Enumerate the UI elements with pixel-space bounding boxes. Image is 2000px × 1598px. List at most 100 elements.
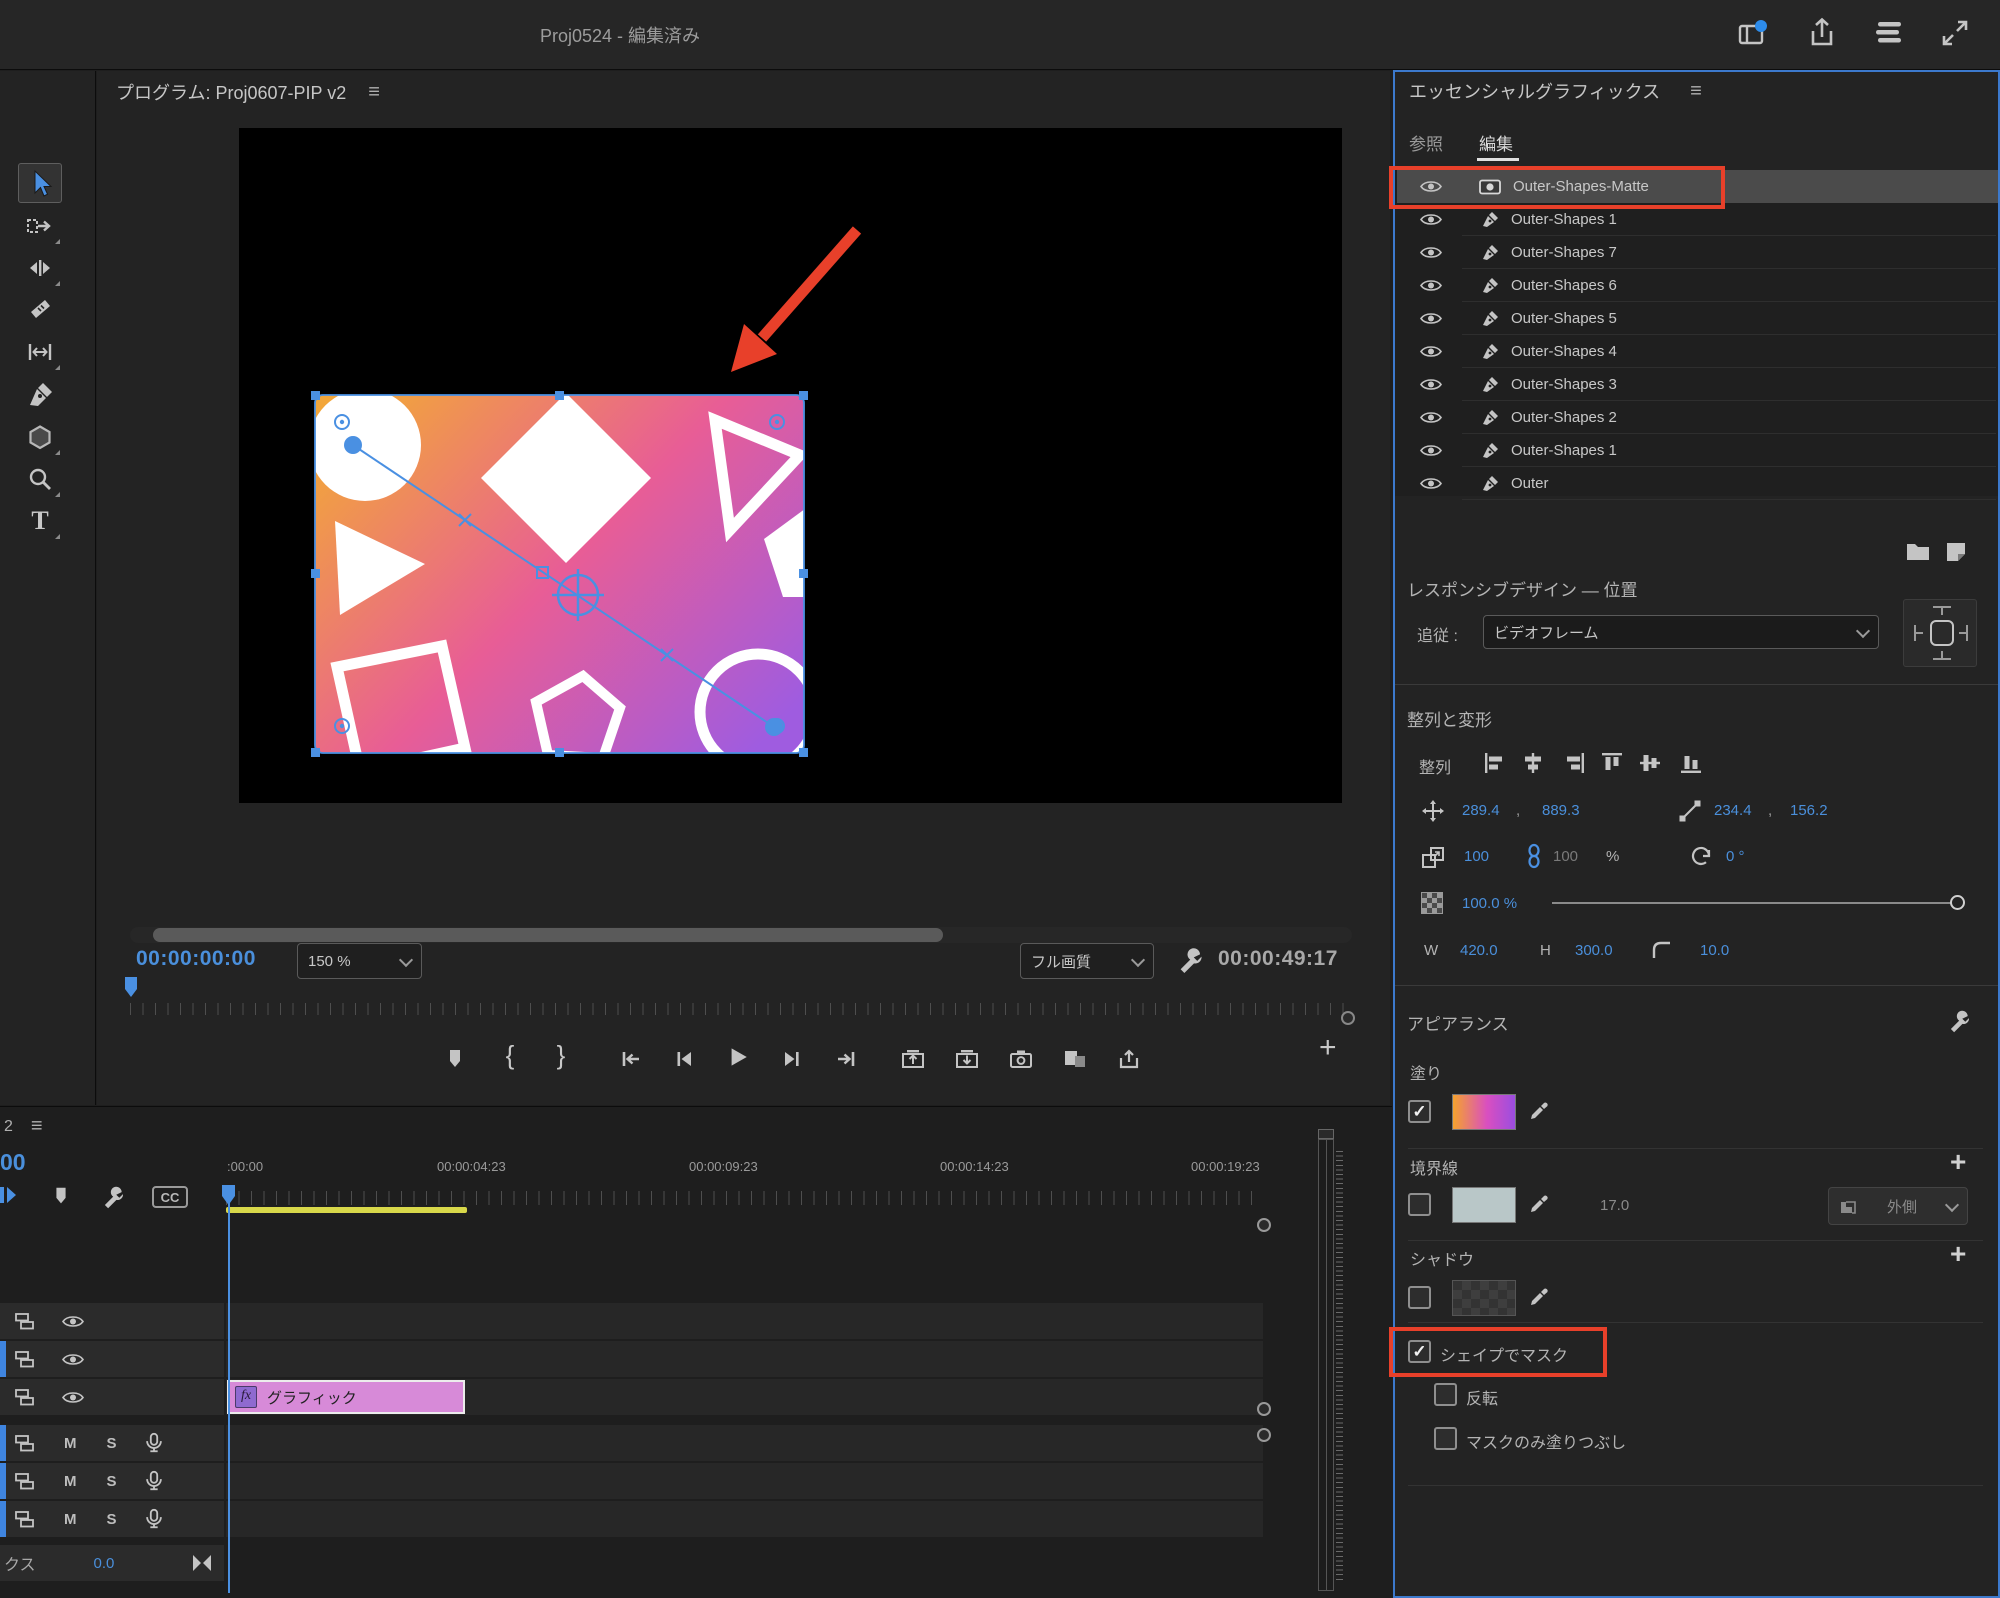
track-target-highlight[interactable] bbox=[0, 1341, 6, 1377]
track-v1[interactable]: fx グラフィック bbox=[226, 1379, 1263, 1415]
comparison-view-button[interactable] bbox=[1052, 1039, 1098, 1079]
new-folder-button[interactable] bbox=[1905, 540, 1931, 562]
ripple-edit-tool-button[interactable] bbox=[18, 248, 62, 288]
track-v3[interactable] bbox=[226, 1303, 1263, 1339]
timeline-ruler[interactable] bbox=[226, 1191, 1263, 1205]
layer-visibility-eye-icon[interactable] bbox=[1420, 245, 1442, 260]
track-visibility-eye-icon[interactable] bbox=[62, 1352, 84, 1367]
program-quality-select[interactable]: フル画質 bbox=[1020, 943, 1154, 979]
width-value[interactable]: 420.0 bbox=[1460, 942, 1498, 959]
program-playhead[interactable] bbox=[125, 977, 137, 997]
extract-button[interactable] bbox=[944, 1039, 990, 1079]
layer-visibility-eye-icon[interactable] bbox=[1420, 344, 1442, 359]
timeline-vscroll-handle[interactable] bbox=[1257, 1428, 1271, 1442]
keyframe-navigator-icon[interactable] bbox=[190, 1552, 214, 1574]
mute-button[interactable]: M bbox=[64, 1511, 77, 1528]
layer-row[interactable]: Outer-Shapes 4 bbox=[1397, 335, 1998, 368]
layer-row[interactable]: Outer-Shapes 3 bbox=[1397, 368, 1998, 401]
tab-edit[interactable]: 編集 bbox=[1479, 130, 1513, 155]
layer-row[interactable]: Outer-Shapes 5 bbox=[1397, 302, 1998, 335]
layer-row[interactable]: Outer-Shapes 7 bbox=[1397, 236, 1998, 269]
workspace-switcher-button[interactable] bbox=[1735, 16, 1769, 50]
pin-to-video-frame-widget[interactable] bbox=[1903, 599, 1977, 667]
timeline-panel-menu-icon[interactable]: ≡ bbox=[31, 1115, 43, 1138]
track-target-highlight[interactable] bbox=[0, 1463, 6, 1499]
export-button[interactable] bbox=[1106, 1039, 1152, 1079]
add-button[interactable]: + bbox=[1319, 1031, 1337, 1065]
follow-select[interactable]: ビデオフレーム bbox=[1483, 615, 1879, 649]
mask-with-shape-checkbox[interactable] bbox=[1408, 1340, 1431, 1363]
scale-y-value[interactable]: 100 bbox=[1553, 848, 1578, 865]
program-hscrollbar[interactable] bbox=[130, 927, 1352, 943]
shadow-eyedropper-button[interactable] bbox=[1528, 1284, 1552, 1308]
lift-button[interactable] bbox=[890, 1039, 936, 1079]
solo-button[interactable]: S bbox=[107, 1435, 117, 1452]
position-y-value[interactable]: 889.3 bbox=[1542, 802, 1580, 819]
align-bottom-button[interactable] bbox=[1678, 750, 1704, 776]
shape-tool-button[interactable] bbox=[18, 417, 62, 457]
layer-visibility-eye-icon[interactable] bbox=[1420, 278, 1442, 293]
eg-panel-menu-icon[interactable]: ≡ bbox=[1690, 80, 1702, 103]
layer-visibility-eye-icon[interactable] bbox=[1420, 410, 1442, 425]
opacity-slider[interactable] bbox=[1552, 902, 1958, 904]
anchor-y-value[interactable]: 156.2 bbox=[1790, 802, 1828, 819]
track-visibility-eye-icon[interactable] bbox=[62, 1390, 84, 1405]
opacity-value[interactable]: 100.0 % bbox=[1462, 895, 1517, 912]
track-header-a2[interactable]: M S bbox=[0, 1463, 224, 1499]
mark-out-button[interactable]: } bbox=[538, 1035, 584, 1075]
export-frame-button[interactable] bbox=[998, 1039, 1044, 1079]
fill-color-swatch[interactable] bbox=[1452, 1094, 1516, 1130]
track-v2[interactable] bbox=[226, 1341, 1263, 1377]
shadow-color-swatch[interactable] bbox=[1452, 1280, 1516, 1316]
align-right-button[interactable] bbox=[1561, 750, 1587, 776]
work-area-bar[interactable] bbox=[226, 1207, 467, 1213]
track-target-highlight[interactable] bbox=[0, 1425, 6, 1461]
layer-visibility-eye-icon[interactable] bbox=[1420, 311, 1442, 326]
selection-tool-button[interactable] bbox=[18, 163, 62, 203]
track-header-a3[interactable]: M S bbox=[0, 1501, 224, 1537]
fill-checkbox[interactable] bbox=[1408, 1100, 1431, 1123]
layer-row[interactable]: Outer-Shapes 1 bbox=[1397, 434, 1998, 467]
track-header-v3[interactable] bbox=[0, 1303, 224, 1339]
program-time-ruler[interactable] bbox=[130, 1003, 1352, 1015]
mute-button[interactable]: M bbox=[64, 1473, 77, 1490]
program-settings-button[interactable] bbox=[1175, 945, 1205, 975]
pen-tool-button[interactable] bbox=[18, 375, 62, 415]
layer-row-selected[interactable]: Outer-Shapes-Matte bbox=[1397, 170, 1998, 203]
stroke-style-select[interactable]: 外側 bbox=[1828, 1187, 1968, 1225]
fx-badge[interactable]: fx bbox=[235, 1386, 257, 1408]
track-header-v2[interactable] bbox=[0, 1341, 224, 1377]
add-marker-button[interactable] bbox=[432, 1039, 478, 1079]
track-header-a1[interactable]: M S bbox=[0, 1425, 224, 1461]
corner-radius-value[interactable]: 10.0 bbox=[1700, 942, 1729, 959]
align-top-button[interactable] bbox=[1599, 750, 1625, 776]
appearance-settings-button[interactable] bbox=[1946, 1008, 1972, 1034]
track-visibility-eye-icon[interactable] bbox=[62, 1314, 84, 1329]
share-button[interactable] bbox=[1805, 16, 1839, 50]
layer-visibility-eye-icon[interactable] bbox=[1420, 443, 1442, 458]
mic-icon[interactable] bbox=[143, 1431, 165, 1455]
type-tool-button[interactable]: T bbox=[18, 501, 62, 541]
shadow-checkbox[interactable] bbox=[1408, 1286, 1431, 1309]
anchor-x-value[interactable]: 234.4 bbox=[1714, 802, 1752, 819]
timeline-settings-button[interactable] bbox=[100, 1184, 126, 1210]
sequence-tab-label[interactable]: 2 bbox=[4, 1118, 13, 1136]
track-a3[interactable] bbox=[226, 1501, 1263, 1537]
tab-browse[interactable]: 参照 bbox=[1409, 130, 1443, 155]
layer-row[interactable]: Outer-Shapes 2 bbox=[1397, 401, 1998, 434]
layer-visibility-eye-icon[interactable] bbox=[1420, 476, 1442, 491]
position-x-value[interactable]: 289.4 bbox=[1462, 802, 1500, 819]
go-to-out-button[interactable] bbox=[823, 1039, 869, 1079]
snap-toggle[interactable] bbox=[0, 1183, 20, 1207]
mix-value[interactable]: 0.0 bbox=[94, 1555, 115, 1572]
program-zoom-handle[interactable] bbox=[1341, 1011, 1355, 1025]
track-a1[interactable] bbox=[226, 1425, 1263, 1461]
mute-button[interactable]: M bbox=[64, 1435, 77, 1452]
fill-eyedropper-button[interactable] bbox=[1528, 1098, 1552, 1122]
add-stroke-button[interactable]: + bbox=[1950, 1146, 1966, 1178]
layer-row[interactable]: Outer-Shapes 1 bbox=[1397, 203, 1998, 236]
graphic-clip[interactable]: fx グラフィック bbox=[227, 1380, 465, 1414]
timeline-timecode[interactable]: 00 bbox=[0, 1149, 26, 1176]
step-forward-button[interactable] bbox=[769, 1039, 815, 1079]
timeline-add-marker-button[interactable] bbox=[50, 1185, 72, 1207]
